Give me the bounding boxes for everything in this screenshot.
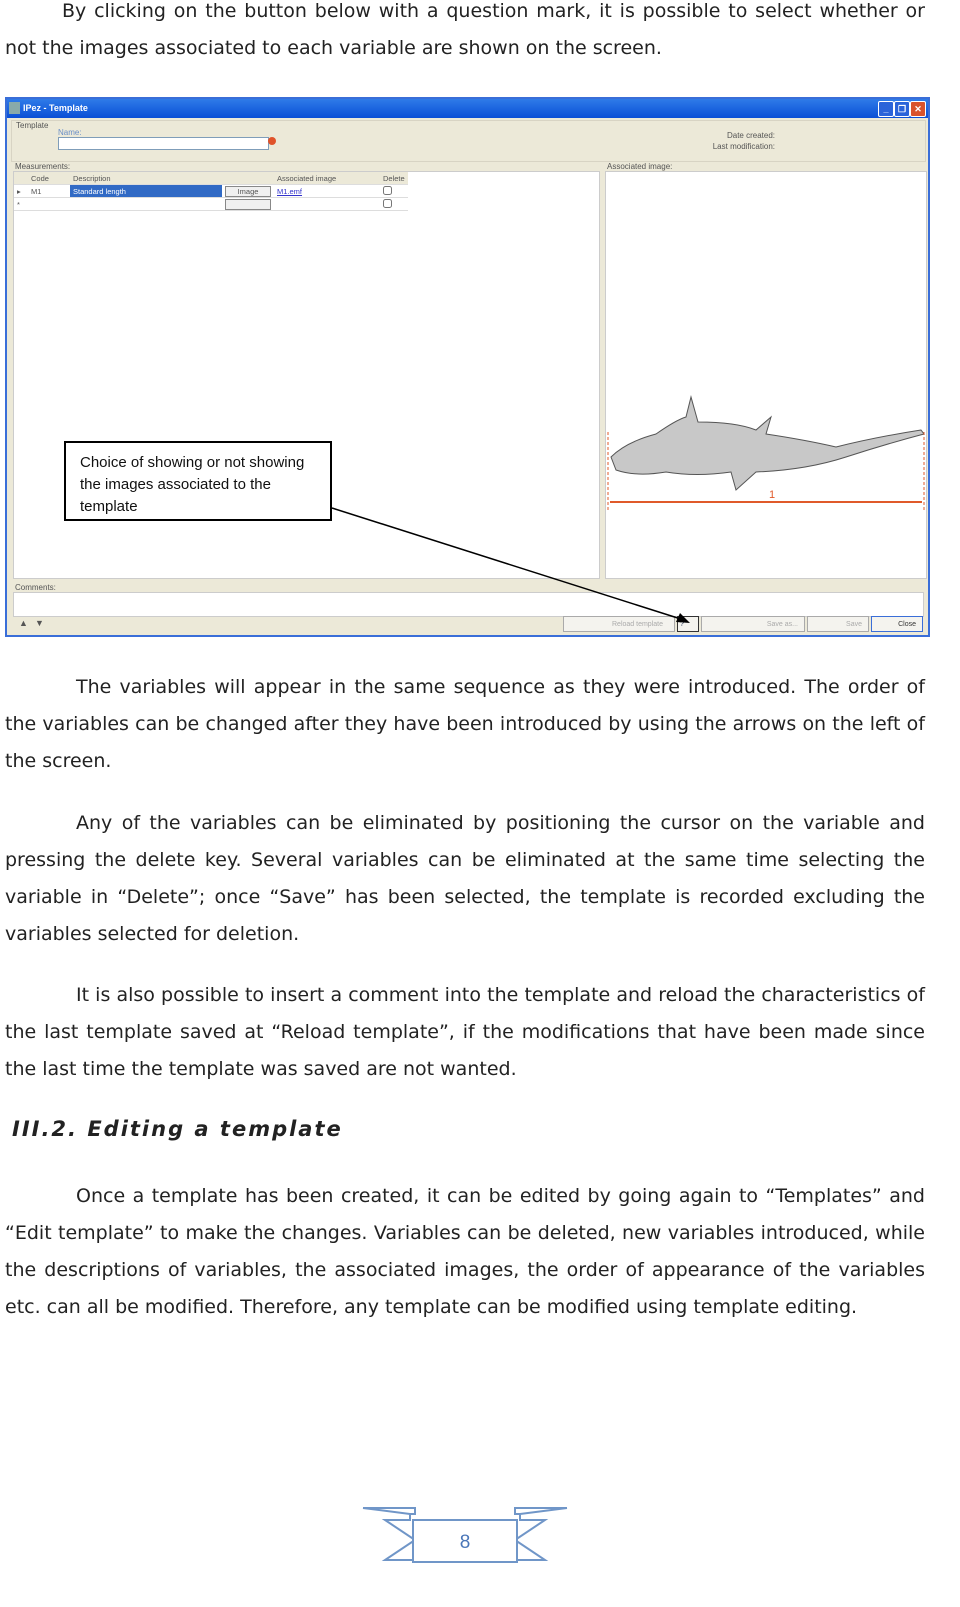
paragraph: Any of the variables can be eliminated b…: [5, 812, 925, 945]
paragraph: Once a template has been created, it can…: [5, 1185, 925, 1318]
page-number: 8: [460, 1532, 471, 1553]
paragraph: It is also possible to insert a comment …: [5, 984, 925, 1080]
callout-arrow: [331, 507, 690, 623]
section-heading: III.2. Editing a template: [12, 1117, 343, 1141]
paragraph: The variables will appear in the same se…: [5, 676, 925, 772]
page-number-ribbon: 8: [362, 1507, 568, 1563]
